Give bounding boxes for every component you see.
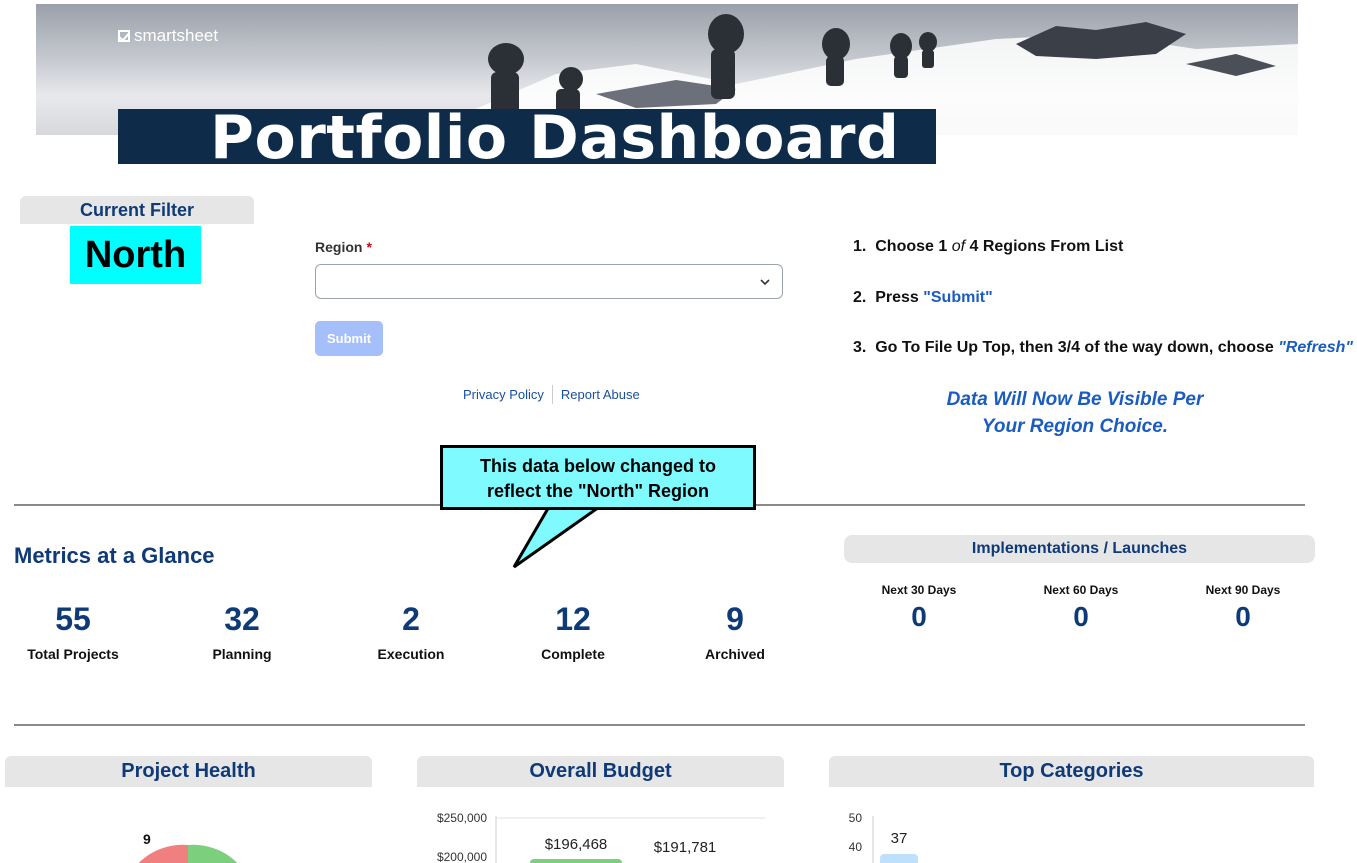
metric-label: Complete bbox=[541, 646, 605, 662]
step-1-text-a: Choose 1 bbox=[875, 238, 952, 255]
impl-value: 0 bbox=[911, 601, 927, 632]
metric-label: Archived bbox=[705, 646, 765, 662]
report-abuse-link[interactable]: Report Abuse bbox=[553, 385, 648, 404]
callout-line-2: reflect the "North" Region bbox=[486, 481, 710, 501]
pie-slice-green bbox=[188, 844, 238, 863]
smartsheet-logo: smartsheet bbox=[118, 26, 218, 46]
step-3-text-a: Go To File Up Top, then 3/4 of the way d… bbox=[875, 339, 1279, 356]
chevron-down-icon bbox=[760, 279, 770, 286]
step-2-text-b: "Submit" bbox=[923, 289, 993, 306]
project-health-chart: 9 bbox=[138, 831, 238, 863]
step-2-text-a: Press bbox=[875, 289, 924, 306]
metrics-title: Metrics at a Glance bbox=[14, 543, 215, 568]
metric-complete: 12 Complete bbox=[503, 600, 643, 662]
current-filter-value: North bbox=[70, 226, 201, 284]
overall-budget-chart: $250,000 $200,000 $196,468 $191,781 bbox=[437, 811, 765, 863]
title-bar: Portfolio Dashboard bbox=[118, 103, 936, 173]
top-categories-header: Top Categories bbox=[829, 756, 1314, 787]
checkbox-logo-icon bbox=[118, 30, 130, 42]
y-tick-label: $250,000 bbox=[437, 811, 487, 825]
impl-value: 0 bbox=[1235, 601, 1251, 632]
impl-next-60: Next 60 Days 0 bbox=[1021, 583, 1141, 633]
callout-pointer bbox=[512, 505, 605, 569]
metric-label: Total Projects bbox=[27, 646, 119, 662]
step-3-number: 3. bbox=[853, 339, 867, 356]
implementations-header: Implementations / Launches bbox=[844, 535, 1315, 563]
metric-execution: 2 Execution bbox=[341, 600, 481, 662]
metric-value: 55 bbox=[55, 601, 91, 637]
step-1-text-c: 4 Regions From List bbox=[965, 238, 1124, 255]
category-bar-1 bbox=[880, 854, 918, 863]
pie-data-label: 9 bbox=[143, 831, 151, 847]
metric-value: 12 bbox=[555, 601, 591, 637]
divider-bottom bbox=[14, 724, 1305, 726]
submit-button[interactable]: Submit bbox=[315, 321, 383, 356]
region-notice: Data Will Now Be Visible Per Your Region… bbox=[920, 386, 1230, 440]
region-label: Region * bbox=[315, 239, 372, 255]
top-categories-chart: 50 40 37 bbox=[849, 811, 918, 863]
step-2: 2. Press "Submit" bbox=[853, 289, 993, 307]
impl-value: 0 bbox=[1073, 601, 1089, 632]
impl-label: Next 60 Days bbox=[1043, 583, 1119, 597]
logo-text: smartsheet bbox=[134, 26, 219, 45]
bar-data-label: $191,781 bbox=[654, 839, 717, 856]
notice-line-2: Your Region Choice. bbox=[981, 416, 1169, 437]
overall-budget-header: Overall Budget bbox=[417, 756, 784, 787]
impl-next-90: Next 90 Days 0 bbox=[1183, 583, 1303, 633]
current-filter-header: Current Filter bbox=[20, 196, 254, 224]
notice-line-1: Data Will Now Be Visible Per bbox=[946, 389, 1204, 410]
impl-label: Next 30 Days bbox=[881, 583, 957, 597]
callout-box: This data below changed to reflect the "… bbox=[440, 445, 756, 510]
metric-archived: 9 Archived bbox=[665, 600, 805, 662]
region-label-text: Region bbox=[315, 239, 363, 255]
impl-next-30: Next 30 Days 0 bbox=[859, 583, 979, 633]
metric-value: 9 bbox=[726, 601, 744, 637]
bar-data-label: $196,468 bbox=[545, 836, 608, 853]
required-mark: * bbox=[366, 239, 372, 255]
step-1: 1. Choose 1 of 4 Regions From List bbox=[853, 238, 1123, 256]
project-health-header: Project Health bbox=[5, 756, 372, 787]
y-tick-label: 50 bbox=[849, 811, 863, 825]
metric-value: 2 bbox=[402, 601, 420, 637]
pie-slice-red bbox=[138, 844, 188, 863]
footer-links: Privacy Policy Report Abuse bbox=[463, 385, 648, 404]
metric-label: Planning bbox=[212, 646, 272, 662]
step-3-text-b: "Refresh" bbox=[1278, 339, 1353, 356]
metric-label: Execution bbox=[377, 646, 445, 662]
page-title: Portfolio Dashboard bbox=[210, 103, 900, 173]
step-3: 3. Go To File Up Top, then 3/4 of the wa… bbox=[853, 339, 1353, 357]
metric-total-projects: 55 Total Projects bbox=[3, 600, 143, 662]
step-2-number: 2. bbox=[853, 289, 867, 306]
metric-value: 32 bbox=[224, 601, 260, 637]
privacy-policy-link[interactable]: Privacy Policy bbox=[463, 385, 553, 404]
y-tick-label: $200,000 bbox=[437, 850, 487, 863]
step-1-text-b: of bbox=[951, 238, 966, 255]
region-dropdown[interactable] bbox=[315, 264, 783, 299]
impl-label: Next 90 Days bbox=[1205, 583, 1281, 597]
metric-planning: 32 Planning bbox=[172, 600, 312, 662]
step-1-number: 1. bbox=[853, 238, 867, 255]
y-tick-label: 40 bbox=[849, 840, 863, 854]
bar-data-label: 37 bbox=[891, 830, 908, 847]
callout-line-1: This data below changed to bbox=[479, 456, 717, 476]
budget-bar-1 bbox=[530, 859, 622, 863]
